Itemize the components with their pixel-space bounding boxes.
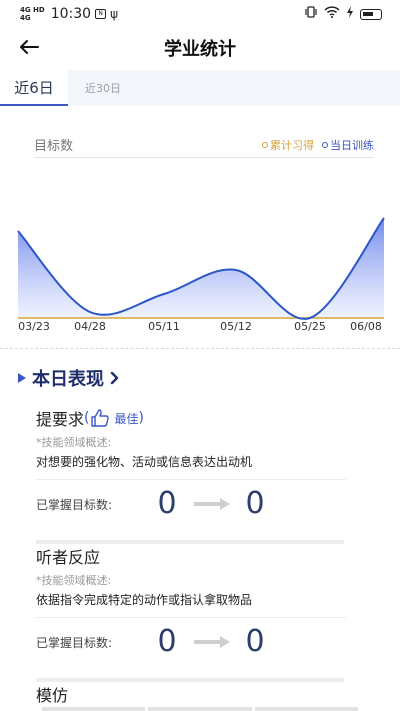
today-section-title: 本日表现 bbox=[32, 369, 104, 390]
mastery-label: 已掌握目标数: bbox=[36, 497, 113, 512]
chart-legend: 累计习得 当日训练 bbox=[262, 137, 374, 153]
battery-icon bbox=[360, 8, 382, 20]
section-divider bbox=[0, 348, 400, 349]
network-bottom-label: 4G bbox=[20, 14, 31, 22]
legend-dot-icon bbox=[262, 141, 268, 148]
chart-header: 目标数 累计习得 当日训练 bbox=[34, 132, 374, 158]
x-tick-label: 05/25 bbox=[294, 320, 326, 333]
network-top-label: 4G HD bbox=[20, 6, 45, 14]
skill-name: 模仿 bbox=[36, 686, 69, 705]
back-button[interactable] bbox=[14, 32, 44, 62]
vibrate-icon bbox=[304, 6, 318, 22]
skill-title-row: 听者反应 bbox=[36, 544, 346, 568]
chevron-right-icon bbox=[110, 371, 119, 385]
legend-label-cumulative: 累计习得 bbox=[270, 138, 314, 152]
status-bar: 4G HD 4G 10:30 N ψ bbox=[0, 0, 400, 28]
legend-item-daily[interactable]: 当日训练 bbox=[322, 137, 374, 153]
x-tick-label: 03/23 bbox=[18, 320, 50, 333]
nav-bar: 学业统计 bbox=[0, 28, 400, 68]
section-marker-icon bbox=[18, 373, 26, 383]
skill-name: 提要求 bbox=[36, 410, 85, 429]
mastery-from-value: 0 bbox=[157, 624, 177, 659]
skill-title-row: 提要求 ( 最佳 ) bbox=[36, 406, 346, 430]
range-tabs: 近6日 近30日 bbox=[0, 70, 400, 106]
skill-rating-close: ) bbox=[138, 410, 144, 426]
wifi-icon bbox=[324, 6, 340, 22]
legend-label-daily: 当日训练 bbox=[330, 138, 374, 152]
chart-plot: 03/23 04/28 05/11 05/12 05/25 06/08 bbox=[17, 217, 385, 333]
stats-chart: 目标数 累计习得 当日训练 03/23 04/28 05/11 05/12 05/25 0… bbox=[0, 118, 400, 342]
skill-divider bbox=[36, 617, 346, 618]
skill-card: 听者反应 *技能领域概述: 依据指令完成特定的动作或指认拿取物品 已掌握目标数:… bbox=[36, 544, 346, 662]
mastery-row: 已掌握目标数: 0 0 bbox=[36, 484, 346, 524]
page-title: 学业统计 bbox=[164, 39, 236, 60]
skill-rating-open: ( bbox=[84, 410, 90, 426]
thumbs-up-icon bbox=[90, 409, 110, 427]
status-right-icons bbox=[304, 6, 382, 22]
arrow-right-icon bbox=[194, 498, 230, 510]
bottom-peek-segment bbox=[254, 707, 358, 711]
notification-icon: N bbox=[95, 9, 107, 19]
legend-item-cumulative[interactable]: 累计习得 bbox=[262, 137, 314, 153]
x-tick-label: 04/28 bbox=[74, 320, 106, 333]
x-tick-label: 06/08 bbox=[350, 320, 382, 333]
skill-overview-label: *技能领域概述: bbox=[36, 436, 112, 449]
skill-card: 提要求 ( 最佳 ) *技能领域概述: 对想要的强化物、活动或信息表达出动机 已… bbox=[36, 406, 346, 524]
x-tick-label: 05/12 bbox=[220, 320, 252, 333]
skill-title-row: 模仿 bbox=[36, 682, 346, 706]
mastery-label: 已掌握目标数: bbox=[36, 635, 113, 650]
tab-30-days[interactable]: 近30日 bbox=[68, 70, 138, 106]
bottom-peek-segment bbox=[148, 707, 252, 711]
back-arrow-icon bbox=[20, 40, 39, 54]
network-indicator: 4G HD 4G bbox=[20, 6, 45, 22]
chart-y-label: 目标数 bbox=[34, 139, 74, 154]
charging-icon bbox=[346, 6, 354, 22]
mastery-row: 已掌握目标数: 0 0 bbox=[36, 622, 346, 662]
usb-icon: ψ bbox=[110, 7, 119, 21]
tab-6-days[interactable]: 近6日 bbox=[0, 70, 68, 106]
skill-name: 听者反应 bbox=[36, 548, 101, 567]
today-section-header[interactable]: 本日表现 bbox=[18, 364, 120, 392]
legend-dot-icon bbox=[322, 141, 328, 148]
skill-description: 依据指令完成特定的动作或指认拿取物品 bbox=[36, 593, 253, 607]
skill-overview-label: *技能领域概述: bbox=[36, 574, 112, 587]
status-time: 10:30 bbox=[50, 6, 92, 22]
arrow-right-icon bbox=[194, 636, 230, 648]
bottom-peek-bar bbox=[42, 707, 358, 711]
skill-description: 对想要的强化物、活动或信息表达出动机 bbox=[36, 455, 253, 469]
mastery-to-value: 0 bbox=[245, 486, 265, 521]
skill-card: 模仿 bbox=[36, 682, 346, 706]
skill-rating: 最佳 bbox=[114, 411, 139, 426]
mastery-to-value: 0 bbox=[245, 624, 265, 659]
skill-divider bbox=[36, 479, 346, 480]
status-left-icons: N ψ bbox=[95, 7, 118, 21]
bottom-peek-segment bbox=[42, 707, 146, 711]
x-tick-label: 05/11 bbox=[148, 320, 180, 333]
mastery-from-value: 0 bbox=[157, 486, 177, 521]
